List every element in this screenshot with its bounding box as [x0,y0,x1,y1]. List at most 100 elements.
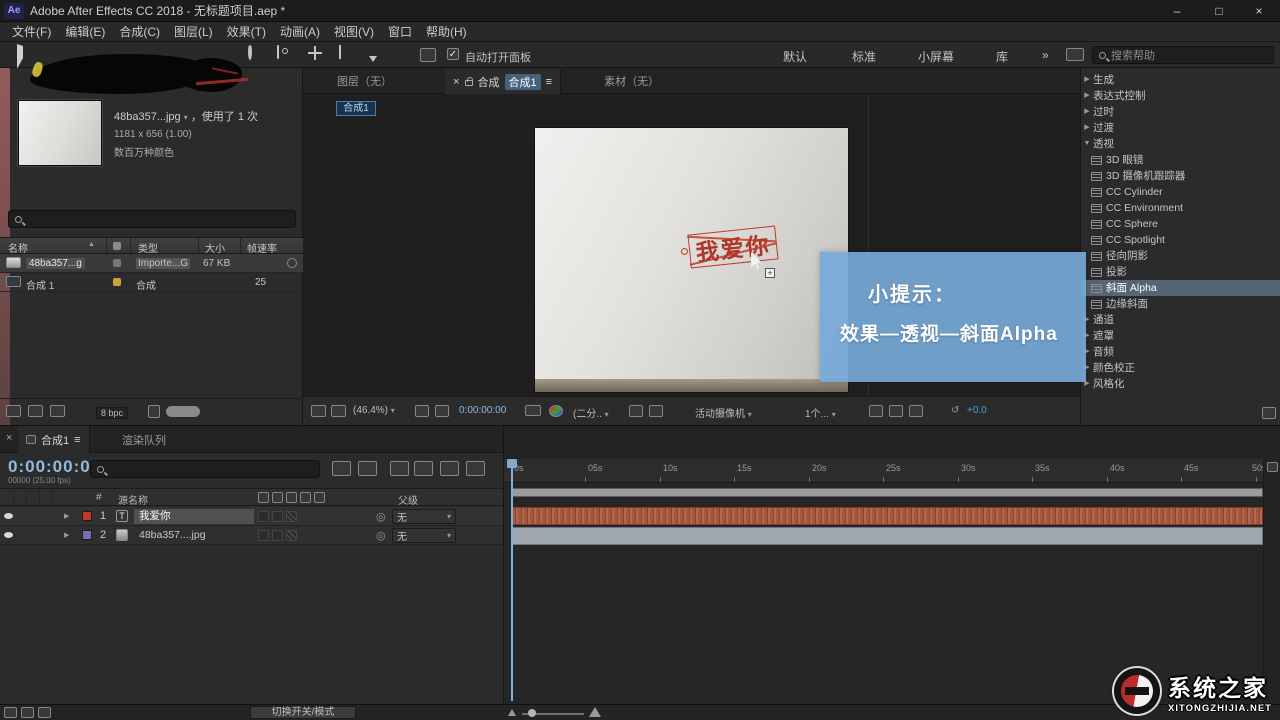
effect-group[interactable]: ▶表达式控制 [1081,88,1280,104]
comp-mini-flowchart-chip[interactable]: 合成1 [336,101,376,116]
effect-item[interactable]: CC Spotlight [1081,232,1280,248]
effect-item[interactable]: 径向阴影 [1081,248,1280,264]
draft-3d-icon[interactable] [358,461,377,476]
trash-icon[interactable] [148,405,160,418]
solo-column-icon[interactable] [28,491,40,504]
grid-guides-icon[interactable] [869,405,883,417]
zoom-in-mountain-icon[interactable] [589,707,601,717]
switch-box[interactable] [286,511,297,522]
anchor-point-icon[interactable] [681,248,688,255]
new-composition-icon[interactable] [50,405,65,417]
tab-composition-viewer[interactable]: × 合成 合成1 ≡ [445,69,561,94]
twirl-icon[interactable]: ▶ [64,531,69,539]
layer-row-2[interactable]: ▶ 2 48ba357....jpg ◎ 无▾ [0,526,503,545]
panel-launcher-icon[interactable] [420,48,436,62]
switches-icon[interactable] [258,492,269,503]
menu-view[interactable]: 视图(V) [334,23,374,40]
workspace-standard[interactable]: 标准 [852,48,876,65]
column-parent[interactable]: 父级 [398,492,418,507]
help-search-field[interactable]: 搜索帮助 [1092,46,1274,64]
view-layout-select[interactable]: 1个... ▾ [805,405,836,420]
twirl-icon[interactable]: ▶ [1081,104,1093,120]
composition-mini-flowchart-icon[interactable] [332,461,351,476]
twirl-icon[interactable]: ▼ [1081,136,1093,152]
frame-blending-icon[interactable] [414,461,433,476]
minimize-icon[interactable]: – [1160,0,1194,22]
menu-layer[interactable]: 图层(L) [174,23,213,40]
effect-item-bevel-alpha[interactable]: 斜面 Alpha [1081,280,1280,296]
column-name[interactable]: 名称 [8,240,28,255]
effect-group[interactable]: ▶生成 [1081,72,1280,88]
exposure-reset-icon[interactable]: ↺ [951,405,959,416]
effect-group[interactable]: ▶遮罩 [1081,328,1280,344]
comp-marker-bin-icon[interactable] [1267,462,1278,472]
lock-column-icon[interactable] [41,491,53,504]
footage-preview-thumbnail[interactable] [18,100,102,166]
workspace-library[interactable]: 库 [996,48,1008,65]
project-search-field[interactable] [8,210,296,228]
visibility-eye-icon[interactable] [4,513,13,519]
viewer-timecode[interactable]: 0:00:00:00 [459,405,506,416]
scroll-thumb[interactable] [166,406,200,417]
workspace-overflow-icon[interactable]: » [1042,48,1049,62]
sort-ascending-icon[interactable]: ▲ [88,241,95,248]
3d-icon[interactable] [314,492,325,503]
audio-column-icon[interactable] [15,491,27,504]
effect-item[interactable]: 投影 [1081,264,1280,280]
resolution-select[interactable]: (二分.. ▾ [573,405,609,420]
motion-blur-icon[interactable] [440,461,459,476]
timeline-options-icon[interactable] [38,707,51,718]
switch-box[interactable] [258,530,269,541]
effect-group[interactable]: ▶通道 [1081,312,1280,328]
workspace-default[interactable]: 默认 [783,48,807,65]
twirl-icon[interactable]: ▶ [1081,72,1093,88]
layer-bar-1[interactable] [511,507,1263,525]
mode-icon[interactable] [286,492,297,503]
parent-pickwhip-icon[interactable]: ◎ [376,510,386,523]
menu-animation[interactable]: 动画(A) [280,23,320,40]
menu-file[interactable]: 文件(F) [12,23,51,40]
menu-help[interactable]: 帮助(H) [426,23,467,40]
channel-rgb-icon[interactable] [549,405,563,417]
brush-tool-icon[interactable] [392,46,410,64]
project-row-comp[interactable]: 合成 1 合成 25 [0,273,303,292]
collapse-layers-icon[interactable] [21,707,34,718]
effect-group[interactable]: ▶风格化 [1081,376,1280,392]
effect-item[interactable]: 3D 摄像机跟踪器 [1081,168,1280,184]
text-layer-bounding-box[interactable]: 我爱你 [687,225,778,268]
visibility-eye-icon[interactable] [4,532,13,538]
tab-menu-icon[interactable]: ≡ [74,434,80,446]
footage-caret-icon[interactable]: ▾ [184,113,188,122]
effect-group[interactable]: ▶过时 [1081,104,1280,120]
switch-box[interactable] [258,511,269,522]
tab-close-icon[interactable]: × [6,432,12,444]
region-of-interest-icon[interactable] [435,405,449,417]
parent-dropdown[interactable]: 无▾ [392,509,456,524]
menu-effect[interactable]: 效果(T) [227,23,266,40]
effect-group-perspective[interactable]: ▼透视 [1081,136,1280,152]
label-column-icon[interactable] [113,242,121,250]
tab-render-queue[interactable]: 渲染队列 [112,426,176,453]
row-label-dot[interactable] [113,278,121,286]
effect-group[interactable]: ▶过渡 [1081,120,1280,136]
lock-icon[interactable] [465,80,473,86]
zoom-out-mountain-icon[interactable] [508,709,516,716]
effect-item[interactable]: CC Sphere [1081,216,1280,232]
toggle-switches-modes-button[interactable]: 切换开关/模式 [250,706,356,719]
work-area-bar[interactable] [511,488,1263,497]
menu-window[interactable]: 窗口 [388,23,412,40]
panel-corner-icon[interactable] [1262,407,1276,419]
twirl-icon[interactable]: ▶ [1081,120,1093,136]
tab-close-icon[interactable]: × [453,76,459,88]
cc-libraries-icon[interactable] [1066,48,1084,61]
pen-tool-icon[interactable] [364,46,382,64]
always-preview-icon[interactable] [311,405,326,417]
fx-icon[interactable] [272,492,283,503]
column-size[interactable]: 大小 [205,240,225,255]
hide-shy-layers-icon[interactable] [390,461,409,476]
twirl-icon[interactable]: ▶ [1081,88,1093,104]
timeline-search-field[interactable] [90,460,320,478]
layer-name[interactable]: 48ba357....jpg [134,528,254,543]
column-type[interactable]: 类型 [138,240,158,255]
current-timecode[interactable]: 0:00:00:00 [8,457,101,477]
